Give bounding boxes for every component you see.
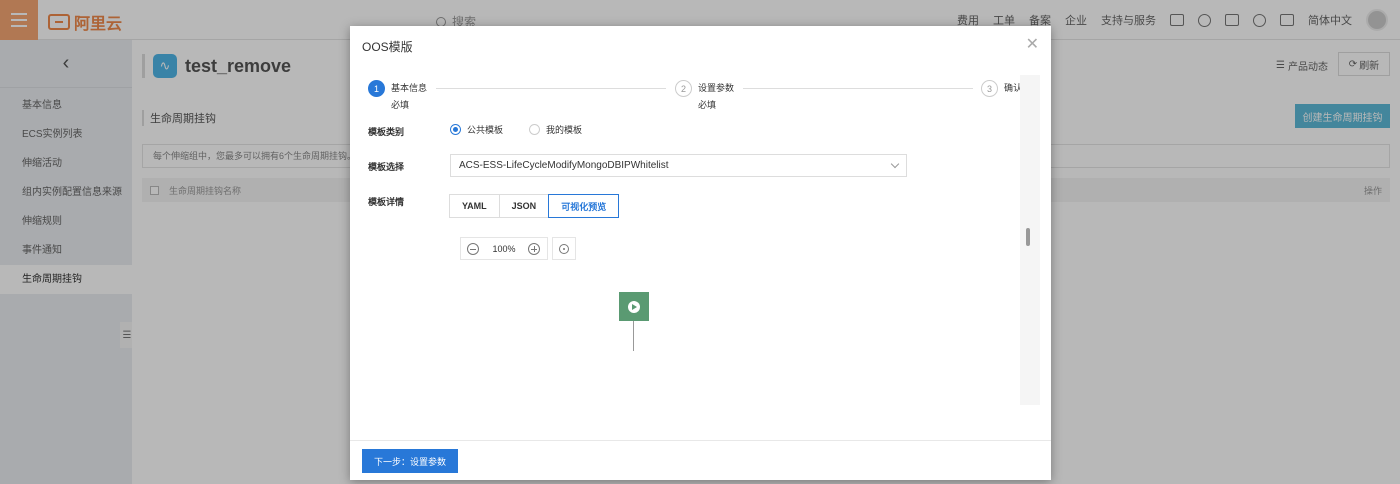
locate-icon [559,243,569,254]
radio-public-label: 公共模板 [467,125,504,135]
chevron-down-icon [890,159,900,169]
radio-my-label: 我的模板 [546,125,583,135]
zoom-in-icon[interactable] [528,242,541,255]
step-1-number: 1 [368,80,385,97]
step-1-sub: 必填 [391,100,410,110]
next-step-button[interactable]: 下一步：设置参数 [362,449,458,473]
step-2: 2 设置参数 必填 [675,80,734,111]
zoom-control: 100% [460,237,548,260]
template-select-value: ACS-ESS-LifeCycleModifyMongoDBIPWhitelis… [459,160,669,171]
template-detail-tabs: YAML JSON 可视化预览 [449,194,620,218]
scrollbar[interactable] [1020,75,1040,405]
flow-start-node[interactable] [619,292,649,321]
radio-my-template[interactable]: 我的模板 [529,123,582,136]
dialog-body: 1 基本信息 必填 2 设置参数 必填 3 确认 模板类别 公共模板 我的模板 … [360,75,1044,405]
template-select-label: 模板选择 [368,162,405,172]
step-2-sub: 必填 [698,100,717,110]
tab-yaml[interactable]: YAML [449,194,500,218]
dialog-footer: 下一步：设置参数 [350,440,1051,480]
radio-public-template[interactable]: 公共模板 [450,123,503,136]
play-icon [628,300,640,313]
template-type-label: 模板类别 [368,127,405,137]
step-connector [436,88,666,89]
dialog-title: OOS模版 [362,40,413,54]
step-2-number: 2 [675,80,692,97]
step-3-number: 3 [981,80,998,97]
step-2-title: 设置参数 [698,83,735,93]
locate-button[interactable] [552,237,576,260]
flow-connector [633,321,634,351]
step-3: 3 确认 [981,80,1022,97]
template-type-radios: 公共模板 我的模板 [450,123,582,136]
steps-indicator: 1 基本信息 必填 2 设置参数 必填 3 确认 [368,80,1028,114]
scrollbar-thumb[interactable] [1026,228,1030,246]
step-connector [743,88,973,89]
step-1-title: 基本信息 [391,83,428,93]
oos-template-dialog: OOS模版 ✕ 1 基本信息 必填 2 设置参数 必填 3 确认 模板类别 公共… [350,26,1051,480]
zoom-out-icon[interactable] [467,242,480,255]
radio-my-dot[interactable] [529,124,541,135]
close-icon[interactable]: ✕ [1026,34,1039,54]
zoom-level: 100% [492,243,516,254]
template-select[interactable]: ACS-ESS-LifeCycleModifyMongoDBIPWhitelis… [450,154,907,177]
radio-public-dot[interactable] [450,124,461,135]
tab-visual-preview[interactable]: 可视化预览 [548,194,620,218]
step-1: 1 基本信息 必填 [368,80,427,111]
tab-json[interactable]: JSON [498,194,550,218]
template-detail-label: 模板详情 [368,197,405,207]
